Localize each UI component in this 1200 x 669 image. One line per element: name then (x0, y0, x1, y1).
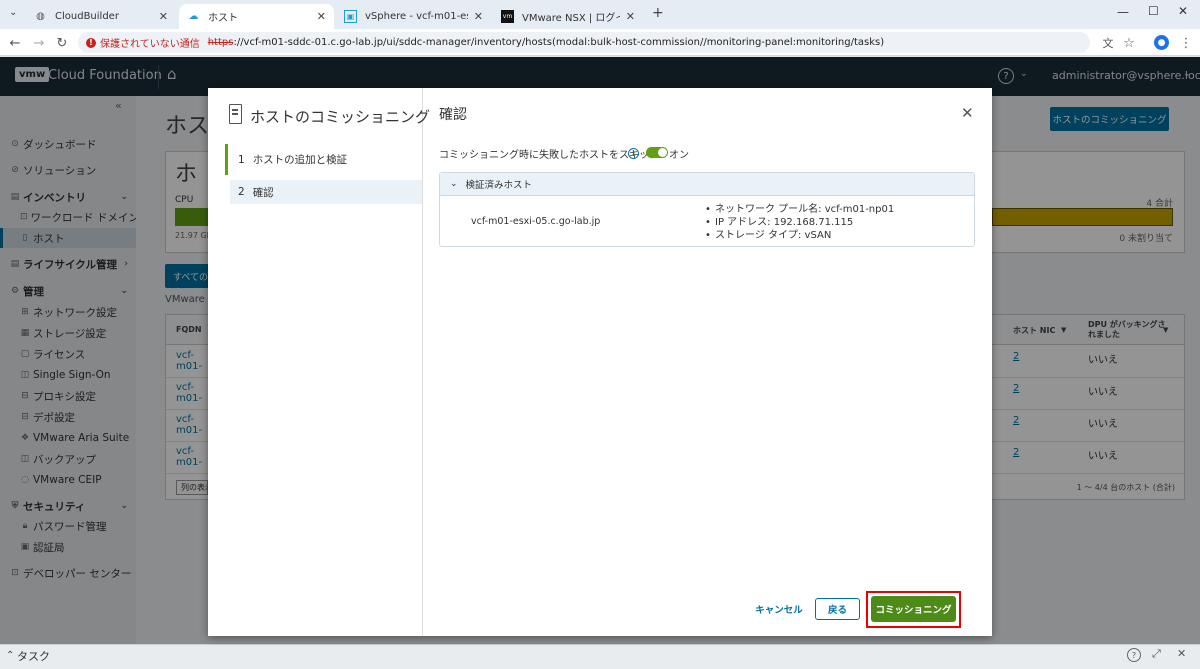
step-title: 確認 (439, 107, 467, 123)
reload-icon[interactable]: ↻ (53, 34, 71, 52)
list-item: • IP アドレス: 192.168.71.115 (705, 217, 854, 228)
wizard-title: ホストのコミッショニング (250, 108, 431, 126)
address-bar-row: ← → ↻ ! 保護されていない通信 https://vcf-m01-sddc-… (0, 29, 1200, 56)
wizard-step-add-validate[interactable]: 1 ホストの追加と検証 (225, 144, 422, 175)
close-icon[interactable]: ✕ (317, 10, 326, 23)
toggle-state-label: オン (669, 150, 689, 161)
tasks-panel-bar[interactable] (0, 644, 1200, 669)
cancel-button[interactable]: キャンセル (751, 598, 807, 620)
profile-avatar-icon[interactable]: ● (1154, 35, 1169, 50)
skip-failed-hosts-label: コミッショニング時に失敗したホストをスキップ (439, 150, 659, 161)
validated-host-fqdn: vcf-m01-esxi-05.c.go-lab.jp (471, 216, 601, 227)
forward-arrow-icon[interactable]: → (30, 34, 48, 52)
browser-tab-nsx[interactable]: vm VMware NSX | ログイン ✕ (493, 4, 643, 29)
host-details-list: • ネットワーク プール名: vcf-m01-np01 • IP アドレス: 192… (705, 203, 894, 242)
help-icon[interactable]: ? (1127, 648, 1141, 662)
close-icon[interactable]: ✕ (159, 10, 168, 23)
chevron-down-icon: ⌄ (450, 179, 458, 189)
browser-tab-hosts[interactable]: ☁ ホスト ✕ (179, 4, 334, 29)
tasks-label[interactable]: タスク (17, 648, 50, 664)
translate-icon[interactable]: ⽂ (1099, 34, 1117, 52)
browser-tab-vsphere[interactable]: ▣ vSphere - vcf-m01-esxi-04.c.go ✕ (336, 4, 491, 29)
close-icon[interactable]: ✕ (961, 104, 974, 122)
close-icon[interactable]: ✕ (626, 10, 635, 23)
close-icon[interactable]: ✕ (474, 10, 483, 23)
commission-button[interactable]: コミッショニング (871, 596, 956, 622)
cloud-icon: ☁ (188, 11, 199, 22)
browser-tab-bar: ⌄ ◍ CloudBuilder ✕ ☁ ホスト ✕ ▣ vSphere - v… (0, 0, 1200, 29)
server-icon (229, 104, 242, 124)
globe-icon: ◍ (36, 11, 45, 22)
expand-icon[interactable]: ⤢ (1152, 647, 1161, 661)
list-item: • ネットワーク プール名: vcf-m01-np01 (705, 204, 895, 215)
list-item: • ストレージ タイプ: vSAN (705, 230, 832, 241)
warning-icon: ! (86, 37, 96, 48)
security-warning-badge[interactable]: ! 保護されていない通信 (86, 35, 200, 50)
tab-search-chevron-icon[interactable]: ⌄ (9, 7, 17, 18)
new-tab-plus-icon[interactable]: + (652, 5, 664, 21)
info-icon[interactable]: i (628, 148, 639, 159)
bookmark-star-icon[interactable]: ☆ (1120, 34, 1138, 52)
chevron-up-icon[interactable]: ⌃ (6, 650, 14, 661)
nsx-icon: vm (501, 10, 514, 23)
url-omnibox[interactable]: ! 保護されていない通信 https://vcf-m01-sddc-01.c.g… (78, 32, 1090, 53)
maximize-icon[interactable]: ☐ (1148, 4, 1159, 18)
browser-tab-cloudbuilder[interactable]: ◍ CloudBuilder ✕ (26, 4, 176, 29)
browser-menu-icon[interactable]: ⋮ (1177, 34, 1195, 52)
back-button[interactable]: 戻る (815, 598, 860, 620)
url-scheme: https (207, 37, 234, 48)
back-arrow-icon[interactable]: ← (6, 34, 24, 52)
skip-failed-hosts-toggle[interactable] (646, 147, 668, 158)
close-icon[interactable]: ✕ (1177, 647, 1186, 660)
window-close-icon[interactable]: ✕ (1178, 4, 1188, 18)
vsphere-icon: ▣ (344, 10, 357, 23)
validated-hosts-header[interactable]: ⌄ 検証済みホスト (440, 173, 974, 196)
wizard-step-review[interactable]: 2 確認 (230, 180, 422, 204)
minimize-icon[interactable]: — (1117, 5, 1129, 19)
url-text: ://vcf-m01-sddc-01.c.go-lab.jp/ui/sddc-m… (233, 37, 885, 48)
